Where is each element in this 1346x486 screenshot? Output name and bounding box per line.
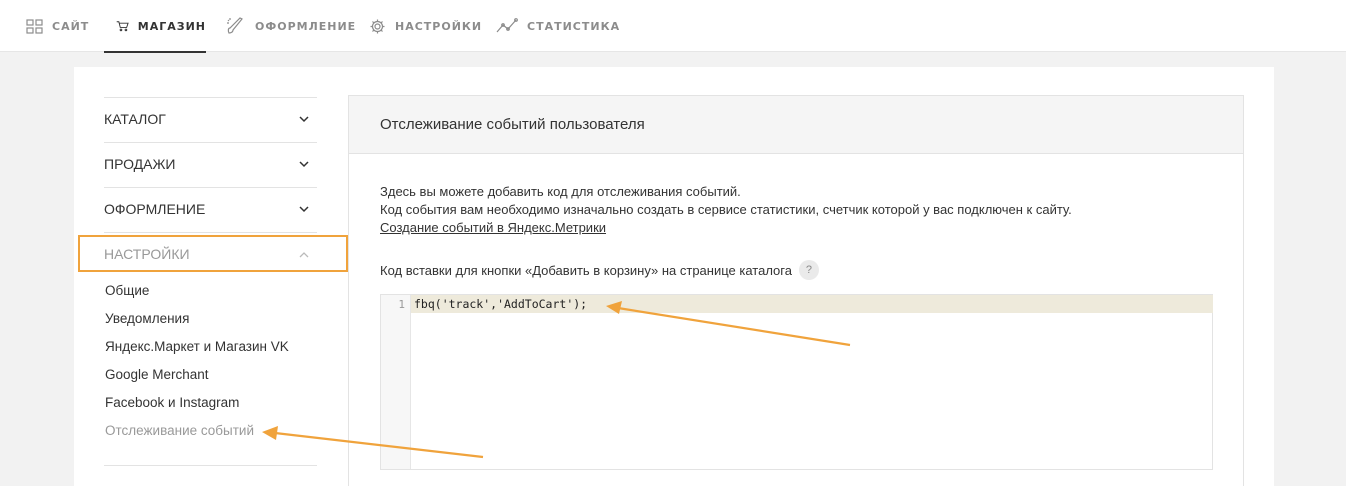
sidebar-section-label: ПРОДАЖИ xyxy=(104,156,176,172)
nav-tab-label: МАГАЗИН xyxy=(137,19,206,33)
sidebar-section-sales[interactable]: ПРОДАЖИ xyxy=(104,142,317,186)
yandex-metrika-events-link[interactable]: Создание событий в Яндекс.Метрики xyxy=(380,220,606,235)
cart-icon xyxy=(116,21,129,32)
nav-tab-label: НАСТРОЙКИ xyxy=(395,19,483,33)
panel-header: Отслеживание событий пользователя xyxy=(349,96,1243,154)
nav-tab-shop[interactable]: МАГАЗИН xyxy=(104,0,206,53)
nav-tab-site[interactable]: САЙТ xyxy=(26,0,89,52)
code-text: fbq('track','AddToCart'); xyxy=(414,297,588,311)
nav-tab-label: САЙТ xyxy=(52,19,90,33)
sidebar-section-label: КАТАЛОГ xyxy=(104,111,166,127)
help-link-wrapper: Создание событий в Яндекс.Метрики xyxy=(380,219,606,237)
sidebar-section-catalog[interactable]: КАТАЛОГ xyxy=(104,97,317,141)
line-number: 1 xyxy=(398,298,405,311)
sidebar-item-facebook-instagram[interactable]: Facebook и Instagram xyxy=(105,395,239,410)
chevron-down-icon xyxy=(299,115,309,122)
chart-line-icon xyxy=(496,18,518,33)
brush-icon xyxy=(227,17,243,34)
help-icon[interactable]: ? xyxy=(798,260,819,280)
sidebar-item-event-tracking[interactable]: Отслеживание событий xyxy=(105,423,254,438)
grid-icon xyxy=(26,18,43,34)
description-line: Код события вам необходимо изначально со… xyxy=(380,202,1072,217)
gear-icon xyxy=(370,19,385,33)
editor-gutter: 1 xyxy=(381,295,411,469)
sidebar-item-general[interactable]: Общие xyxy=(105,283,149,298)
nav-tab-statistics[interactable]: СТАТИСТИКА xyxy=(496,0,620,52)
active-code-line[interactable]: fbq('track','AddToCart'); xyxy=(411,295,1213,313)
nav-tab-settings[interactable]: НАСТРОЙКИ xyxy=(369,0,482,52)
nav-tab-label: ОФОРМЛЕНИЕ xyxy=(255,19,357,33)
nav-tab-design[interactable]: ОФОРМЛЕНИЕ xyxy=(226,0,356,52)
sidebar-item-notifications[interactable]: Уведомления xyxy=(105,311,189,326)
top-nav: САЙТ МАГАЗИН ОФОРМЛЕНИЕ НАСТРОЙКИ СТАТИС… xyxy=(0,0,1346,53)
event-tracking-panel: Отслеживание событий пользователя Здесь … xyxy=(348,95,1244,486)
divider xyxy=(104,465,317,466)
sidebar-item-google-merchant[interactable]: Google Merchant xyxy=(105,367,209,382)
chevron-down-icon xyxy=(299,205,309,212)
sidebar-section-label: ОФОРМЛЕНИЕ xyxy=(104,201,206,217)
chevron-down-icon xyxy=(299,160,309,167)
sidebar-section-design[interactable]: ОФОРМЛЕНИЕ xyxy=(104,187,317,231)
code-field-label: Код вставки для кнопки «Добавить в корзи… xyxy=(380,260,819,280)
description-line: Здесь вы можете добавить код для отслежи… xyxy=(380,184,741,199)
nav-tab-label: СТАТИСТИКА xyxy=(527,19,621,33)
sidebar-item-yandex-market-vk[interactable]: Яндекс.Маркет и Магазин VK xyxy=(105,339,289,354)
code-editor[interactable]: 1 fbq('track','AddToCart'); xyxy=(380,294,1213,470)
code-field-label-text: Код вставки для кнопки «Добавить в корзи… xyxy=(380,262,792,278)
panel-title: Отслеживание событий пользователя xyxy=(380,116,645,133)
highlight-annotation xyxy=(78,235,348,272)
